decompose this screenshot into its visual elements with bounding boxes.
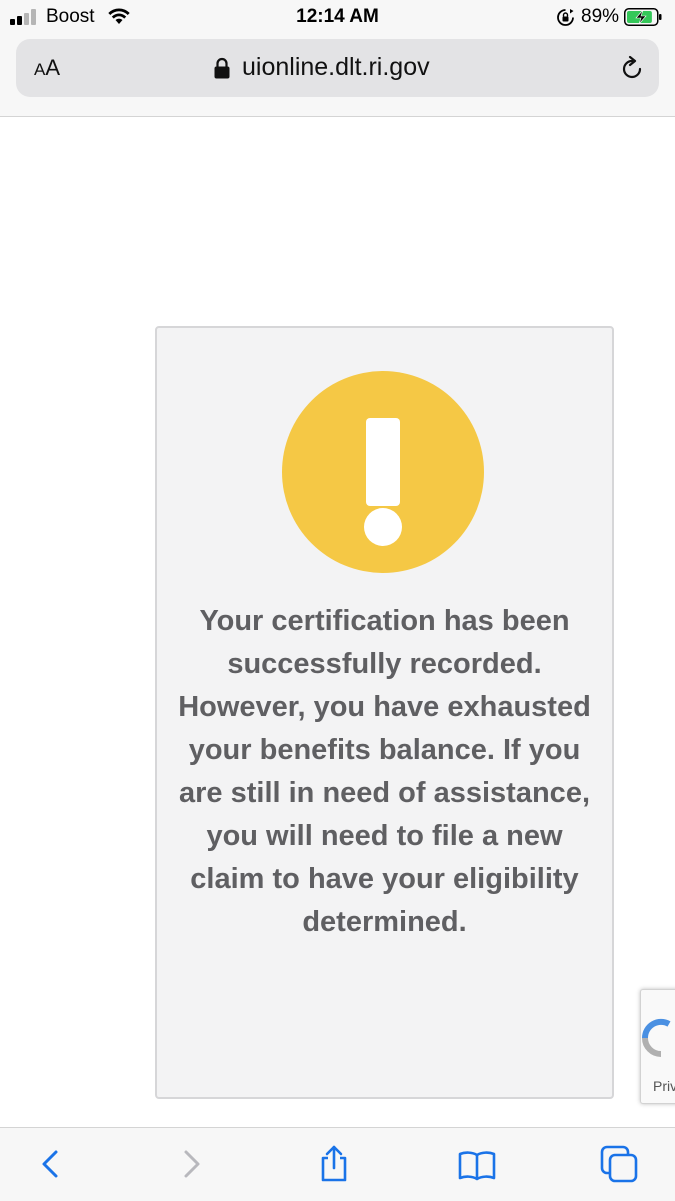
- recaptcha-privacy-link[interactable]: Privacy - Terms: [653, 1078, 675, 1094]
- url-text[interactable]: uionline.dlt.ri.gov: [242, 53, 430, 82]
- back-icon[interactable]: [30, 1144, 70, 1184]
- rotation-lock-icon: [557, 9, 574, 26]
- reader-text-size-button[interactable]: AA: [34, 55, 60, 81]
- lock-icon: [214, 57, 230, 79]
- alert-card: Your certification has been successfully…: [155, 326, 614, 1099]
- alert-message: Your certification has been successfully…: [178, 605, 591, 938]
- recaptcha-badge[interactable]: Privacy - Terms: [640, 989, 675, 1104]
- browser-toolbar: [0, 1127, 675, 1201]
- battery-charging-icon: [624, 8, 662, 26]
- forward-icon[interactable]: [172, 1144, 212, 1184]
- address-bar[interactable]: AA uionline.dlt.ri.gov: [16, 39, 659, 97]
- recaptcha-logo-icon: [641, 1018, 671, 1057]
- share-icon[interactable]: [314, 1144, 354, 1184]
- reload-icon[interactable]: [618, 55, 646, 83]
- exclamation-warning-icon: [364, 418, 402, 546]
- warning-badge: [282, 371, 484, 573]
- tabs-icon[interactable]: [599, 1144, 639, 1184]
- status-bar: Boost 12:14 AM 89%: [0, 0, 675, 36]
- bookmarks-icon[interactable]: [457, 1144, 497, 1184]
- battery-percentage: 89%: [581, 6, 620, 27]
- browser-address-area: AA uionline.dlt.ri.gov: [0, 36, 675, 117]
